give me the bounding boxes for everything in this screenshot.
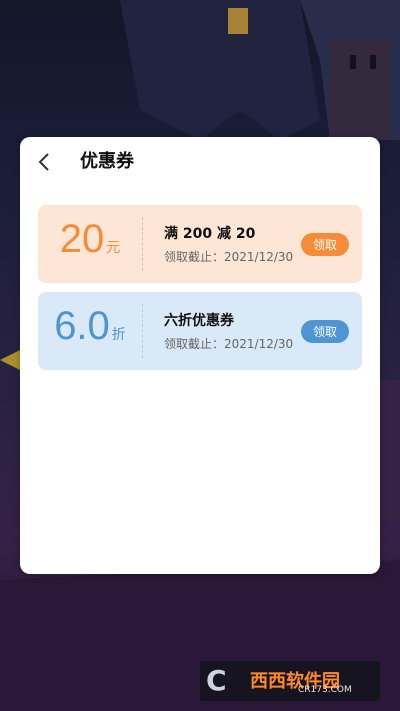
watermark-site: CR173.COM: [298, 685, 352, 695]
coupon-expiry: 领取截止：2021/12/30: [164, 250, 294, 264]
dashed-divider: [142, 217, 143, 271]
watermark-logo: C: [206, 664, 227, 697]
coupon-card: 6.0 折 六折优惠券 领取截止：2021/12/30 领取: [38, 292, 362, 370]
coupon-value: 20: [59, 217, 105, 261]
back-button[interactable]: [34, 151, 56, 173]
site-watermark: C 西西软件园 CR173.COM: [200, 661, 380, 701]
coupon-unit: 折: [111, 327, 126, 343]
claim-button[interactable]: 领取: [301, 233, 349, 256]
coupon-unit: 元: [106, 240, 121, 256]
coupon-name: 满 200 减 20: [164, 226, 256, 242]
coupon-dialog: 优惠券 20 元 满 200 减 20 领取截止：2021/12/30 领取 6…: [20, 137, 380, 574]
coupon-expiry: 领取截止：2021/12/30: [164, 337, 294, 351]
coupon-info: 满 200 减 20 领取截止：2021/12/30: [164, 225, 293, 265]
coupon-name: 六折优惠券: [164, 313, 234, 329]
coupon-amount: 20 元: [38, 205, 142, 283]
dashed-divider: [142, 304, 143, 358]
page-title: 优惠券: [80, 151, 134, 172]
coupon-card: 20 元 满 200 减 20 领取截止：2021/12/30 领取: [38, 205, 362, 283]
claim-button[interactable]: 领取: [301, 320, 349, 343]
chevron-left-icon: [38, 153, 49, 171]
coupon-amount: 6.0 折: [38, 292, 142, 370]
coupon-info: 六折优惠券 领取截止：2021/12/30: [164, 312, 293, 352]
coupon-value: 6.0: [54, 304, 110, 348]
